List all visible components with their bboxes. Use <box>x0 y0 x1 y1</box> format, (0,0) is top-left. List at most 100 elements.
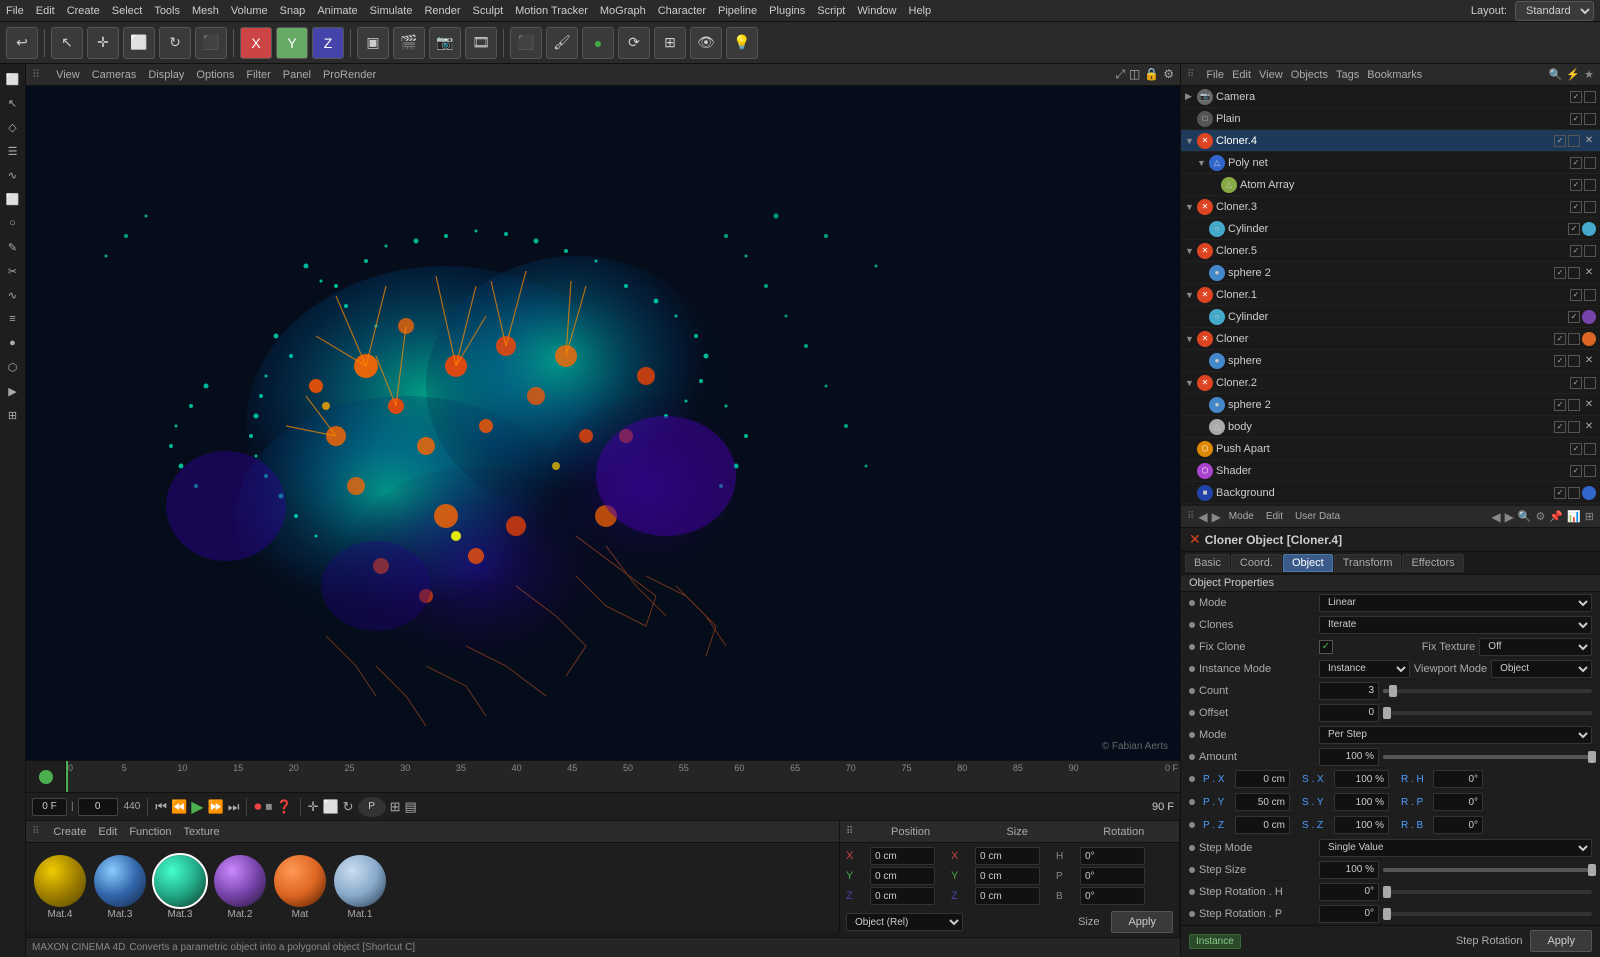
mat-tab-function[interactable]: Function <box>129 826 171 838</box>
tool-knife[interactable]: ✂ <box>2 260 24 282</box>
flag-cl-1[interactable]: ✓ <box>1554 333 1566 345</box>
menu-item-select[interactable]: Select <box>112 5 143 17</box>
mat-sphere-orange[interactable] <box>274 855 326 907</box>
vp-tab-view[interactable]: View <box>56 69 80 81</box>
undo-btn[interactable]: ↩ <box>6 27 38 59</box>
vp-film-icon[interactable]: ◫ <box>1129 67 1140 82</box>
props-icon-2[interactable]: ▶ <box>1505 510 1514 524</box>
add-keyframe-btn[interactable]: ✛ <box>308 799 319 815</box>
size-z-input[interactable] <box>975 887 1040 905</box>
flag-s2a-x[interactable]: ✕ <box>1582 266 1596 280</box>
obj-tab-tags[interactable]: Tags <box>1336 69 1359 81</box>
s-x-input[interactable] <box>1334 770 1389 788</box>
prop-dot-fixclone[interactable] <box>1189 644 1195 650</box>
props-tab-transform[interactable]: Transform <box>1334 554 1402 572</box>
obj-row-cloner5[interactable]: ▼ ✕ Cloner.5 ✓ <box>1181 240 1600 262</box>
obj-row-plain[interactable]: □ Plain ✓ <box>1181 108 1600 130</box>
obj-row-cylinder2[interactable]: ○ Cylinder ✓ <box>1181 306 1600 328</box>
s-z-input[interactable] <box>1334 816 1389 834</box>
prop-dot-mode[interactable] <box>1189 600 1195 606</box>
size-x-input[interactable] <box>975 847 1040 865</box>
menu-item-pipeline[interactable]: Pipeline <box>718 5 757 17</box>
obj-row-pushapart[interactable]: ⬡ Push Apart ✓ <box>1181 438 1600 460</box>
mat-sphere-blue[interactable] <box>94 855 146 907</box>
menu-item-edit[interactable]: Edit <box>36 5 55 17</box>
count-slider[interactable] <box>1383 689 1592 693</box>
obj-tab-objects[interactable]: Objects <box>1291 69 1328 81</box>
props-icon-search[interactable]: 🔍 <box>1518 510 1532 524</box>
p-y-input[interactable] <box>1235 793 1290 811</box>
stop-btn[interactable]: ⏹ <box>265 798 272 815</box>
menu-item-character[interactable]: Character <box>658 5 706 17</box>
prop-dot-stepsize[interactable] <box>1189 867 1195 873</box>
flag-check-plain-2[interactable] <box>1584 113 1596 125</box>
flag-ck4-1[interactable]: ✓ <box>1554 135 1566 147</box>
scale-btn[interactable]: ⬜ <box>123 27 155 59</box>
menu-item-window[interactable]: Window <box>857 5 896 17</box>
menu-item-mesh[interactable]: Mesh <box>192 5 219 17</box>
flag-s2b-2[interactable] <box>1568 399 1580 411</box>
flag-c3-1[interactable]: ✓ <box>1570 201 1582 213</box>
del-keyframe-btn[interactable]: ⬜ <box>322 799 338 815</box>
clones-select[interactable]: Iterate Random <box>1319 616 1592 634</box>
props-nav-forward[interactable]: ▶ <box>1212 510 1221 524</box>
vp-expand-icon[interactable]: ⤢ <box>1115 67 1125 82</box>
obj-row-background[interactable]: ■ Background ✓ <box>1181 482 1600 504</box>
flag-sh-1[interactable]: ✓ <box>1570 465 1582 477</box>
prop-dot-steprotP[interactable] <box>1189 911 1195 917</box>
flag-sp-1[interactable]: ✓ <box>1554 355 1566 367</box>
props-icon-chart[interactable]: 📊 <box>1567 510 1581 524</box>
tool-uv[interactable]: ☰ <box>2 140 24 162</box>
cube-btn[interactable]: ⬛ <box>510 27 542 59</box>
flag-c5-1[interactable]: ✓ <box>1570 245 1582 257</box>
object-btn[interactable]: ▣ <box>357 27 389 59</box>
obj-row-sphere2b[interactable]: ● sphere 2 ✓ ✕ <box>1181 394 1600 416</box>
timeline-ruler[interactable]: 0 5 10 15 20 25 30 35 40 45 50 55 60 65 … <box>66 761 1180 792</box>
obj-search-icon[interactable]: 🔍 <box>1549 68 1563 81</box>
mat-tab-texture[interactable]: Texture <box>184 826 220 838</box>
green-ball-btn[interactable]: ● <box>582 27 614 59</box>
flag-cy2-1[interactable]: ✓ <box>1568 311 1580 323</box>
prop-dot-mode2[interactable] <box>1189 732 1195 738</box>
menu-item-script[interactable]: Script <box>817 5 845 17</box>
menu-item-render[interactable]: Render <box>424 5 460 17</box>
flag-bg-2[interactable] <box>1568 487 1580 499</box>
flag-bd-1[interactable]: ✓ <box>1554 421 1566 433</box>
vp-tab-cameras[interactable]: Cameras <box>92 69 137 81</box>
playblast-btn[interactable]: 🎬 <box>393 27 425 59</box>
props-tab-object[interactable]: Object <box>1283 554 1333 572</box>
fix-texture-select[interactable]: Off On <box>1479 638 1592 656</box>
expand-cloner4[interactable]: ▼ <box>1185 136 1197 146</box>
flag-ck4-x[interactable]: ✕ <box>1582 134 1596 148</box>
instance-mode-select[interactable]: Instance Multi-Instance <box>1319 660 1410 678</box>
tool-spline[interactable]: ∿ <box>2 284 24 306</box>
menu-item-tools[interactable]: Tools <box>154 5 180 17</box>
flag-pa-1[interactable]: ✓ <box>1570 443 1582 455</box>
mat-tab-create[interactable]: Create <box>53 826 86 838</box>
obj-row-shader[interactable]: ⬡ Shader ✓ <box>1181 460 1600 482</box>
mat-item-5[interactable]: Mat.1 <box>334 855 386 920</box>
obj-filter-icon[interactable]: ⚡ <box>1566 68 1580 81</box>
mat-sphere-teal[interactable] <box>154 855 206 907</box>
expand-cloner5[interactable]: ▼ <box>1185 246 1197 256</box>
rot-p-input[interactable] <box>1080 867 1145 885</box>
flag-aa-2[interactable] <box>1584 179 1596 191</box>
expand-cloner[interactable]: ▼ <box>1185 334 1197 344</box>
p-badge[interactable]: P <box>358 797 386 817</box>
prop-dot-amount[interactable] <box>1189 754 1195 760</box>
select-btn[interactable]: ↖ <box>51 27 83 59</box>
p-x-input[interactable] <box>1235 770 1290 788</box>
flag-bg-1[interactable]: ✓ <box>1554 487 1566 499</box>
mat-sphere-gold[interactable] <box>34 855 86 907</box>
flag-check-plain-1[interactable]: ✓ <box>1570 113 1582 125</box>
step-rot-p-slider[interactable] <box>1383 912 1592 916</box>
flag-c1-2[interactable] <box>1584 289 1596 301</box>
viewport-3d[interactable]: © Fabian Aerts <box>26 86 1180 760</box>
flag-pa-2[interactable] <box>1584 443 1596 455</box>
x-axis-btn[interactable]: X <box>240 27 272 59</box>
tool-layer[interactable]: ≡ <box>2 308 24 330</box>
timeline-btn[interactable]: ▤ <box>404 799 416 815</box>
flag-c3-2[interactable] <box>1584 201 1596 213</box>
flag-s2a-2[interactable] <box>1568 267 1580 279</box>
rotate-btn[interactable]: ↻ <box>159 27 191 59</box>
